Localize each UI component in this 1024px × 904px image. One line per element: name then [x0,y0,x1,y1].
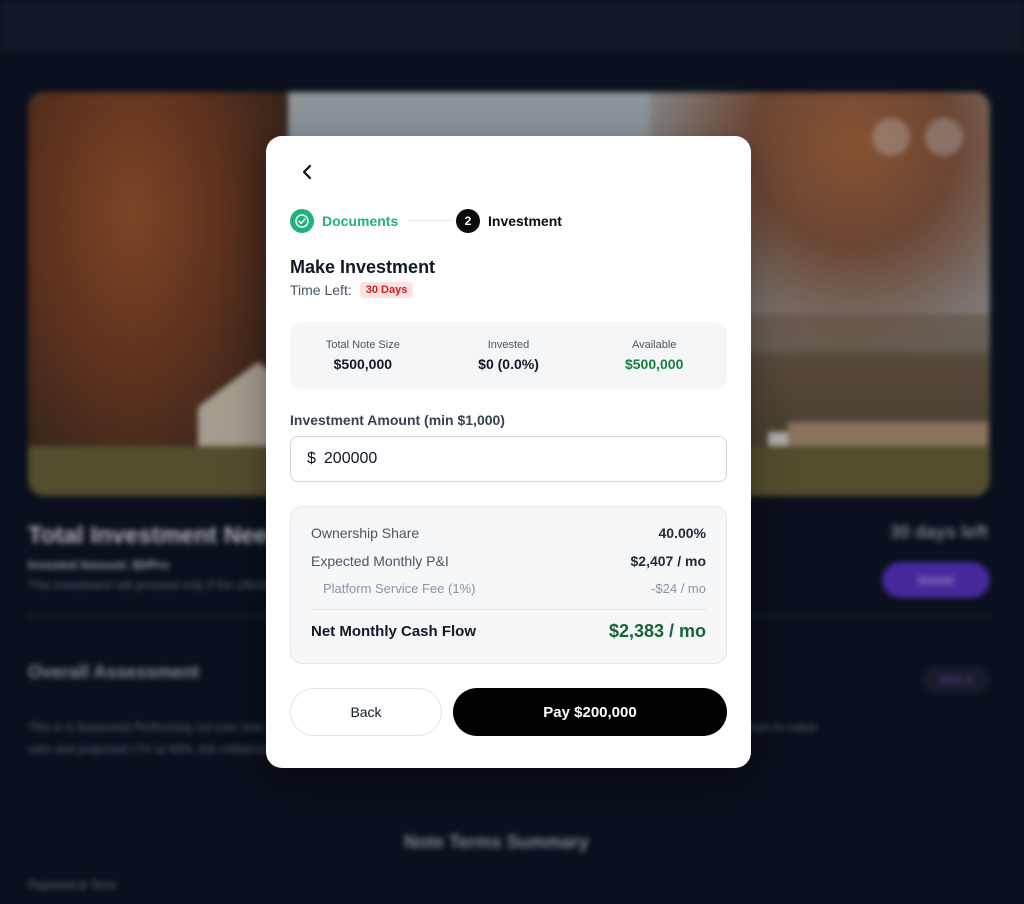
check-circle-icon [290,209,314,233]
row-value: -$24 / mo [651,581,706,596]
step-label: Investment [488,213,562,229]
row-label: Platform Service Fee (1%) [323,581,476,596]
step-label: Documents [322,213,399,229]
investment-amount-input[interactable] [323,450,684,468]
currency-prefix: $ [307,450,316,467]
row-label: Net Monthly Cash Flow [311,623,476,640]
step-number: 2 [456,209,480,233]
stat-value: $500,000 [624,356,684,372]
time-left-badge: 30 Days [359,282,414,298]
row-value: 40.00% [658,525,706,541]
row-label: Ownership Share [311,525,420,541]
stat-invested: Invested $0 (0.0%) [436,322,582,389]
investment-amount-label: Investment Amount (min $1,000) [290,412,505,428]
step-documents[interactable]: Documents [290,208,398,234]
modal-title: Make Investment [290,257,436,277]
summary-divider [311,609,706,610]
stat-available: Available $500,000 [581,322,727,389]
row-value: $2,407 / mo [630,553,707,569]
stat-value: $0 (0.0%) [478,356,539,372]
stat-label: Invested [487,339,530,351]
time-left-label: Time Left: [290,282,352,298]
net-cash-flow-row: Net Monthly Cash Flow $2,383 / mo [311,621,706,642]
ownership-share-row: Ownership Share 40.00% [311,525,706,541]
step-connector [408,220,452,221]
monthly-pi-row: Expected Monthly P&I $2,407 / mo [311,553,706,569]
stat-label: Available [631,339,677,351]
back-button[interactable]: Back [290,688,442,736]
investment-summary: Ownership Share 40.00% Expected Monthly … [290,506,727,664]
service-fee-row: Platform Service Fee (1%) -$24 / mo [311,581,706,596]
time-left: Time Left: 30 Days [290,282,414,298]
pay-button[interactable]: Pay $200,000 [453,688,727,736]
step-investment[interactable]: 2 Investment [456,208,562,234]
row-label: Expected Monthly P&I [311,553,449,569]
row-value: $2,383 / mo [608,621,706,641]
stat-total-note-size: Total Note Size $500,000 [290,322,436,389]
stat-label: Total Note Size [325,339,400,351]
stat-value: $500,000 [333,356,393,372]
note-stats: Total Note Size $500,000 Invested $0 (0.… [290,322,727,389]
chevron-left-icon[interactable] [296,161,318,183]
investment-amount-field[interactable]: $ [290,436,727,482]
